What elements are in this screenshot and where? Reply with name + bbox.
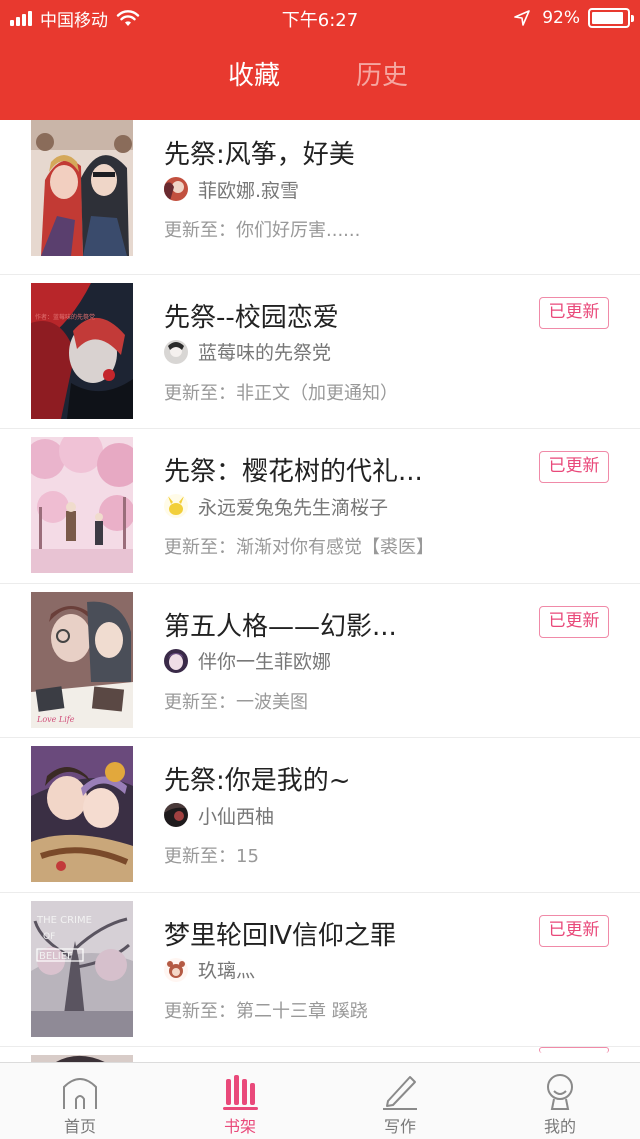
author-name: 永远爱兔兔先生滴桜子	[198, 496, 389, 519]
author-name: 玖璃灬	[198, 960, 256, 982]
author-name: 伴你一生菲欧娜	[198, 651, 332, 673]
latest-chapter: 更新至：非正文（加更通知）	[164, 379, 398, 405]
book-title[interactable]: 先祭：樱花树的代礼...	[164, 451, 423, 488]
battery-fill	[592, 12, 624, 24]
book-item[interactable]: 作者：蓝莓味的先祭党 先祭--校园恋爱 已更新 蓝莓味的先祭党 更新至：非正文（…	[0, 275, 640, 429]
book-item[interactable]: 先祭:风筝，好美 菲欧娜.寂雪 更新至：你们好厉害......	[0, 120, 640, 275]
author-name: 小仙西柚	[198, 805, 275, 828]
author-avatar	[164, 648, 188, 673]
author-row: 菲欧娜.寂雪	[164, 176, 299, 202]
bottom-nav: 首页 书架 写作 我的	[0, 1062, 640, 1139]
latest-chapter: 更新至：渐渐对你有感觉【裘医】	[164, 533, 434, 559]
nav-label: 书架	[223, 1117, 256, 1136]
latest-chapter-title: 你们好厉害......	[236, 220, 361, 241]
latest-chapter-title: 渐渐对你有感觉【裘医】	[236, 537, 434, 558]
bookshelf-icon	[220, 1071, 260, 1111]
latest-chapter: 更新至：第二十三章 蹊跷	[164, 997, 368, 1023]
latest-chapter-title: 一波美图	[236, 691, 308, 713]
latest-chapter-title: 第二十三章 蹊跷	[236, 1000, 368, 1022]
cover-title-line: OF	[43, 932, 55, 942]
updated-badge: 已更新	[539, 296, 609, 329]
nav-profile[interactable]: 我的	[480, 1063, 640, 1139]
update-prefix: 更新至：	[164, 220, 236, 241]
book-title[interactable]: 先祭:你是我的~	[164, 760, 351, 797]
author-row: 永远爱兔兔先生滴桜子	[164, 493, 388, 519]
cover-title-line: THE CRIME	[36, 915, 92, 926]
update-prefix: 更新至：	[164, 382, 236, 404]
bookshelf-list: 先祭:风筝，好美 菲欧娜.寂雪 更新至：你们好厉害...... 作者：蓝莓味的先…	[0, 120, 640, 1062]
book-title[interactable]: 梦里轮回Ⅳ信仰之罪	[164, 915, 396, 952]
nav-label: 首页	[63, 1117, 96, 1136]
updated-badge: 已更新	[539, 605, 609, 638]
updated-badge: 已更新	[539, 451, 609, 483]
author-row: 蓝莓味的先祭党	[164, 339, 331, 365]
status-right: 92%	[514, 6, 634, 30]
tab-history[interactable]: 历史	[322, 50, 442, 102]
author-row: 伴你一生菲欧娜	[164, 648, 331, 674]
location-arrow-icon	[514, 10, 531, 26]
top-tabs: 收藏 历史	[0, 50, 640, 102]
author-avatar	[164, 339, 188, 364]
book-item[interactable]: Love Life 第五人格——幻影... 已更新 伴你一生菲欧娜 更新至：一波…	[0, 584, 640, 738]
book-item[interactable]: 先祭：樱花树的代礼... 已更新 永远爱兔兔先生滴桜子 更新至：渐渐对你有感觉【…	[0, 429, 640, 584]
nav-label: 我的	[543, 1117, 576, 1136]
battery-icon	[588, 8, 634, 28]
book-cover[interactable]	[31, 1055, 133, 1062]
book-title[interactable]: 第五人格——幻影...	[164, 606, 397, 643]
book-item[interactable]: THE CRIME OF BELIEF 梦里轮回Ⅳ信仰之罪 已更新 玖璃灬 更新…	[0, 893, 640, 1047]
author-avatar	[164, 494, 188, 518]
latest-chapter: 更新至：一波美图	[164, 688, 308, 714]
latest-chapter: 更新至：你们好厉害......	[164, 216, 360, 242]
updated-badge: 已更新	[539, 914, 609, 947]
status-bar: 中国移动 下午6:27 92%	[0, 0, 640, 36]
app-header: 中国移动 下午6:27 92% 收藏 历史	[0, 0, 640, 120]
book-cover[interactable]: Love Life	[31, 591, 133, 728]
book-cover[interactable]: 作者：蓝莓味的先祭党	[31, 282, 133, 419]
svg-text:作者：蓝莓味的先祭党: 作者：蓝莓味的先祭党	[35, 313, 95, 321]
author-avatar	[164, 803, 188, 827]
author-name: 蓝莓味的先祭党	[198, 342, 332, 364]
update-prefix: 更新至：	[164, 537, 236, 558]
book-item[interactable]: 先祭:你是我的~ 小仙西柚 更新至：15	[0, 738, 640, 893]
book-item-partial[interactable]	[0, 1047, 640, 1062]
update-prefix: 更新至：	[164, 691, 236, 713]
tab-favorites[interactable]: 收藏	[194, 50, 314, 102]
home-icon	[60, 1071, 100, 1111]
update-prefix: 更新至：	[164, 846, 236, 867]
author-avatar	[164, 957, 188, 982]
updated-badge	[539, 1047, 609, 1053]
update-prefix: 更新至：	[164, 1000, 236, 1022]
author-name: 菲欧娜.寂雪	[198, 179, 300, 202]
profile-icon	[540, 1071, 580, 1111]
cover-caption: Love Life	[36, 715, 75, 724]
nav-bookshelf[interactable]: 书架	[160, 1063, 320, 1139]
author-row: 玖璃灬	[164, 957, 255, 983]
book-cover[interactable]	[31, 120, 133, 256]
cover-title-line: BELIEF	[39, 951, 73, 962]
latest-chapter-title: 15	[236, 846, 259, 867]
battery-percent: 92%	[542, 8, 580, 28]
nav-label: 写作	[383, 1117, 416, 1136]
book-cover[interactable]: THE CRIME OF BELIEF	[31, 900, 133, 1037]
pen-icon	[380, 1071, 420, 1111]
author-row: 小仙西柚	[164, 802, 274, 828]
book-cover[interactable]	[31, 746, 133, 882]
nav-write[interactable]: 写作	[320, 1063, 480, 1139]
book-title[interactable]: 先祭--校园恋爱	[164, 297, 339, 334]
author-avatar	[164, 177, 188, 201]
latest-chapter: 更新至：15	[164, 842, 259, 868]
nav-home[interactable]: 首页	[0, 1063, 160, 1139]
book-cover[interactable]	[31, 437, 133, 573]
book-title[interactable]: 先祭:风筝，好美	[164, 134, 355, 171]
latest-chapter-title: 非正文（加更通知）	[236, 382, 398, 404]
